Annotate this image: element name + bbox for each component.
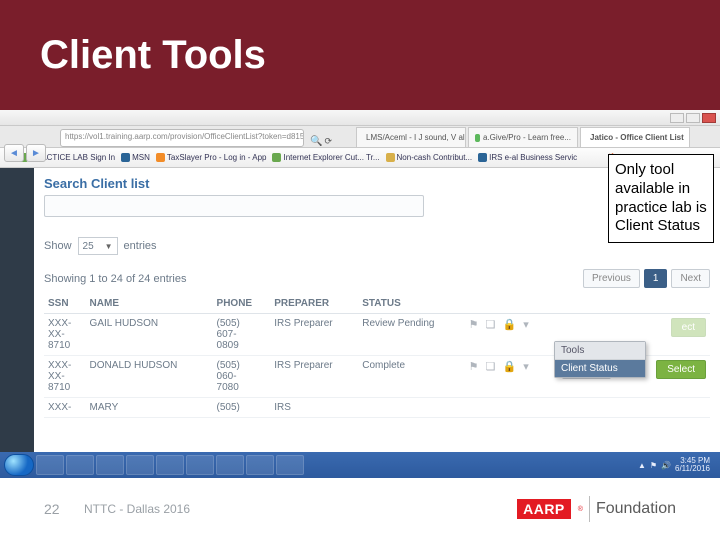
- col-status[interactable]: STATUS: [358, 294, 464, 314]
- window-maximize-button[interactable]: [686, 113, 700, 123]
- browser-tab[interactable]: a.Give/Pro - Learn free...: [468, 127, 578, 147]
- source-label: NTTC - Dallas 2016: [84, 502, 190, 516]
- clock-date: 6/11/2016: [675, 465, 710, 473]
- favorite-link[interactable]: MSN: [121, 153, 150, 162]
- favorite-link[interactable]: Non-cash Contribut...: [386, 153, 473, 162]
- favorite-link[interactable]: TaxSlayer Pro - Log in - App: [156, 153, 267, 162]
- taskbar-item[interactable]: [186, 455, 214, 475]
- tray-icon[interactable]: ▲: [638, 461, 646, 470]
- taskbar-item[interactable]: [36, 455, 64, 475]
- start-button[interactable]: [4, 454, 34, 476]
- tray-icon[interactable]: ⚑: [650, 461, 657, 470]
- tools-dropdown-header: Tools: [555, 342, 645, 360]
- col-preparer[interactable]: PREPARER: [270, 294, 358, 314]
- tools-dropdown-menu: Tools Client Status: [554, 341, 646, 378]
- taskbar-item[interactable]: [66, 455, 94, 475]
- entries-select[interactable]: 25▼: [78, 237, 118, 255]
- slide-footer: 22 NTTC - Dallas 2016 AARP® Foundation: [0, 496, 720, 522]
- pager-current-page[interactable]: 1: [644, 269, 668, 288]
- window-controls: [0, 110, 720, 126]
- slide-title: Client Tools: [40, 33, 266, 78]
- col-name[interactable]: NAME: [86, 294, 213, 314]
- show-suffix: entries: [124, 240, 157, 252]
- aarp-badge: AARP: [517, 499, 571, 519]
- search-icon[interactable]: 🔍: [310, 136, 322, 147]
- pagination: Previous 1 Next: [583, 269, 710, 288]
- select-button[interactable]: Select: [656, 360, 706, 379]
- taskbar-item[interactable]: [126, 455, 154, 475]
- pager-next-button[interactable]: Next: [671, 269, 710, 288]
- taskbar-item[interactable]: [246, 455, 274, 475]
- browser-tab[interactable]: LMS/Aceml - I J sound, V allies...: [356, 127, 466, 147]
- foundation-text: Foundation: [596, 500, 676, 518]
- aarp-foundation-logo: AARP® Foundation: [517, 496, 676, 522]
- slide-annotation: Only tool available in practice lab is C…: [608, 154, 714, 243]
- browser-tab-active[interactable]: Jatico - Office Client List: [580, 127, 690, 147]
- taskbar-item[interactable]: [216, 455, 244, 475]
- nav-forward-button[interactable]: ►: [26, 144, 46, 162]
- favorite-link[interactable]: Internet Explorer Cut... Tr...: [272, 153, 379, 162]
- show-prefix: Show: [44, 240, 72, 252]
- favorite-link[interactable]: IRS e-al Business Servic: [478, 153, 577, 162]
- tray-icon[interactable]: 🔊: [661, 461, 671, 470]
- taskbar-item[interactable]: [156, 455, 184, 475]
- page-number: 22: [44, 501, 84, 517]
- result-count: Showing 1 to 24 of 24 entries: [44, 273, 186, 285]
- taskbar-item[interactable]: [96, 455, 124, 475]
- row-action-icons[interactable]: ⚑ ❏ 🔒 ▾: [465, 314, 558, 356]
- slide-title-bar: Client Tools: [0, 0, 720, 110]
- windows-taskbar: ▲ ⚑ 🔊 3:45 PM 6/11/2016: [0, 452, 720, 478]
- col-ssn[interactable]: SSN: [44, 294, 86, 314]
- window-close-button[interactable]: [702, 113, 716, 123]
- refresh-icon[interactable]: ⟳: [324, 136, 332, 147]
- tools-dropdown-item-client-status[interactable]: Client Status: [555, 360, 645, 377]
- table-row: XXX- MARY (505) IRS: [44, 398, 710, 418]
- app-sidebar: [0, 168, 34, 452]
- select-button[interactable]: ect: [671, 318, 706, 337]
- row-action-icons[interactable]: ⚑ ❏ 🔒 ▾: [465, 356, 558, 398]
- search-input[interactable]: [44, 195, 424, 217]
- system-tray[interactable]: ▲ ⚑ 🔊 3:45 PM 6/11/2016: [632, 457, 716, 473]
- window-minimize-button[interactable]: [670, 113, 684, 123]
- taskbar-item[interactable]: [276, 455, 304, 475]
- chevron-down-icon: ▼: [105, 242, 113, 251]
- address-bar[interactable]: https://vol1.training.aarp.com/provision…: [60, 129, 304, 147]
- pager-prev-button[interactable]: Previous: [583, 269, 640, 288]
- browser-tab-row: ◄ ► https://vol1.training.aarp.com/provi…: [0, 126, 720, 148]
- col-phone[interactable]: PHONE: [213, 294, 271, 314]
- nav-back-button[interactable]: ◄: [4, 144, 24, 162]
